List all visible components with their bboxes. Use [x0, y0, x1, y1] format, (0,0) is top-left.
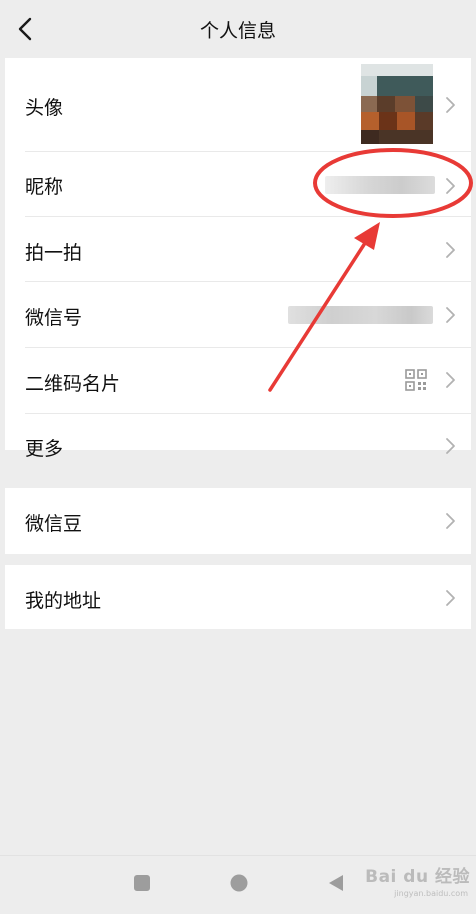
- page-title: 个人信息: [199, 20, 276, 42]
- row-label: 微信号: [25, 307, 83, 329]
- row-label: 昵称: [25, 176, 64, 198]
- address-section: 我的地址: [5, 565, 471, 629]
- row-wechat-beans[interactable]: 微信豆: [5, 488, 471, 554]
- row-wechat-id[interactable]: 微信号: [5, 282, 471, 347]
- recent-apps-button[interactable]: [133, 874, 151, 892]
- row-label: 更多: [25, 438, 64, 460]
- baidu-watermark: Bai du 经验: [365, 867, 470, 887]
- profile-section: 头像 昵称 拍一拍 微信号 二维码名片 更多: [5, 58, 471, 460]
- row-nickname[interactable]: 昵称: [5, 152, 471, 216]
- chevron-right-icon: [446, 372, 455, 388]
- row-label: 二维码名片: [25, 373, 121, 395]
- chevron-right-icon: [446, 97, 455, 113]
- row-qr-card[interactable]: 二维码名片: [5, 348, 471, 413]
- profile-info-screen: 个人信息 头像 昵称 拍一拍 微信号 二维码名片 更多 微信豆 我的地址 Bai…: [0, 0, 476, 914]
- back-nav-button[interactable]: [326, 873, 346, 893]
- row-my-address[interactable]: 我的地址: [5, 565, 471, 629]
- chevron-right-icon: [446, 590, 455, 606]
- row-avatar[interactable]: 头像: [5, 58, 471, 151]
- qr-code-icon: [405, 369, 427, 391]
- row-label: 我的地址: [25, 590, 102, 612]
- chevron-right-icon: [446, 513, 455, 529]
- row-label: 微信豆: [25, 513, 83, 535]
- row-more[interactable]: 更多: [5, 414, 471, 460]
- square-icon: [134, 875, 150, 891]
- home-button[interactable]: [229, 873, 249, 893]
- nickname-value: [325, 176, 435, 194]
- row-label: 拍一拍: [25, 242, 83, 264]
- chevron-right-icon: [446, 438, 455, 454]
- row-label: 头像: [25, 97, 64, 119]
- chevron-right-icon: [446, 307, 455, 323]
- circle-icon: [230, 874, 248, 892]
- top-bar: 个人信息: [0, 0, 476, 58]
- beans-section: 微信豆: [5, 488, 471, 554]
- baidu-watermark-url: jingyan.baidu.com: [394, 889, 468, 898]
- avatar[interactable]: [361, 64, 433, 144]
- wechat-id-value: [288, 306, 433, 324]
- row-pat[interactable]: 拍一拍: [5, 217, 471, 281]
- triangle-left-icon: [329, 875, 343, 891]
- chevron-right-icon: [446, 178, 455, 194]
- chevron-right-icon: [446, 242, 455, 258]
